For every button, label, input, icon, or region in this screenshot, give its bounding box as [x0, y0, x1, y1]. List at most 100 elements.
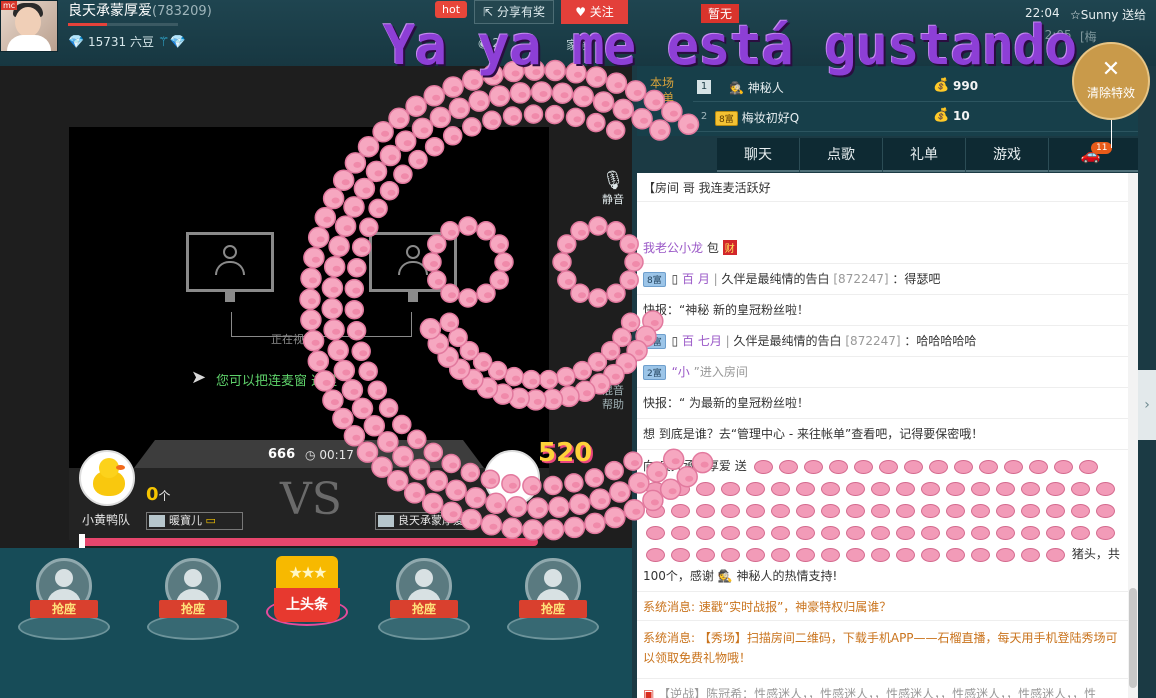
- pig-head-icon: [896, 525, 915, 540]
- left-score-unit: 个: [158, 489, 171, 503]
- enter-room-message: 2富 “小 ”进入房间: [643, 363, 1128, 380]
- pig-head-icon: [1078, 459, 1098, 474]
- pig-head-icon: [971, 503, 990, 518]
- chat-message: 【房间 哥 我连麦活跃好: [643, 181, 771, 195]
- person-head-shape: [223, 245, 237, 259]
- pig-head-icon: [896, 503, 915, 518]
- broadcast-message: 快报：“ 为最新的皇冠粉丝啦！: [643, 396, 810, 410]
- pig-head-icon: [796, 503, 815, 518]
- pig-head-icon: [871, 481, 890, 496]
- pig-head-icon: [821, 503, 840, 518]
- chat-text: ：得瑟吧: [892, 272, 941, 286]
- beans-text: 15731 六豆: [88, 35, 155, 49]
- monitor-icon: [369, 232, 457, 302]
- tab-car[interactable]: 🚗: [1049, 138, 1132, 172]
- tab-song[interactable]: 点歌: [800, 138, 883, 172]
- pig-head-icon: [846, 525, 865, 540]
- system-message[interactable]: 系统消息: 速戳“实时战报”，神豪特权归属谁？: [643, 598, 1128, 615]
- rank-score: 10: [953, 109, 970, 123]
- rank-label[interactable]: 本场 榜单: [647, 76, 677, 106]
- pk-time-text: 00:17: [319, 448, 354, 462]
- rank-name-text: 梅妆初好Q: [741, 111, 800, 125]
- wealth-level-badge: 8富: [715, 111, 738, 126]
- pig-head-icon: [646, 547, 665, 562]
- chat-user-name[interactable]: 百 七月: [682, 334, 722, 348]
- headline-button[interactable]: ★★★ 上头条: [266, 556, 348, 628]
- rank-score: 990: [953, 79, 979, 93]
- connect-line: [231, 312, 412, 337]
- duck-team-avatar[interactable]: [79, 450, 135, 506]
- rank-name: 🕵 神秘人: [729, 79, 784, 96]
- chat-user-name[interactable]: “小: [672, 365, 690, 379]
- pig-head-icon: [871, 503, 890, 518]
- chat-message: 8富 ▯ 百 七月 | 久伴是最纯情的告白 [872247] ：哈哈哈哈哈: [643, 332, 1128, 349]
- seat-4[interactable]: 抢座: [378, 558, 470, 640]
- clear-effects-label: 清除特效: [1086, 86, 1135, 100]
- tab-chat[interactable]: 聊天: [717, 138, 800, 172]
- pig-head-icon: [1021, 547, 1040, 562]
- pig-head-icon: [921, 547, 940, 562]
- tab-bar: 聊天 点歌 礼单 游戏 🚗 11: [717, 138, 1138, 172]
- mixer-help-button[interactable]: 混音 帮助: [598, 384, 628, 412]
- notice-text-2[interactable]: [梅: [1080, 28, 1097, 45]
- gift-target[interactable]: 良天承蒙厚爱: [659, 459, 731, 473]
- coin-icon: 💰: [933, 78, 950, 93]
- pig-head-icon: [671, 525, 690, 540]
- wealth-level-badge: 8富: [643, 272, 666, 287]
- chat-scrollbar-thumb[interactable]: [1129, 588, 1137, 688]
- pig-head-icon: [1096, 525, 1115, 540]
- pig-head-icon: [978, 459, 998, 474]
- rank-row[interactable]: 2 8富 梅妆初好Q 💰 10: [693, 102, 1138, 132]
- seat-5[interactable]: 抢座: [507, 558, 599, 640]
- pig-head-icon: [1028, 459, 1048, 474]
- pig-head-icon: [971, 547, 990, 562]
- mute-label: 静音: [602, 193, 624, 206]
- video-player[interactable]: 正在视 ➤ 您可以把连麦窗 这里: [69, 127, 549, 487]
- left-user-name: 暖寶儿: [169, 514, 202, 527]
- gift-message: 向 良天承蒙厚爱 送 猪头，共100个，感谢 🕵 神秘人的热情支持!: [643, 455, 1123, 587]
- tab-gift-list[interactable]: 礼单: [883, 138, 966, 172]
- grab-seat-label[interactable]: 抢座: [30, 600, 98, 618]
- grab-seat-label[interactable]: 抢座: [159, 600, 227, 618]
- grab-seat-label[interactable]: 抢座: [519, 600, 587, 618]
- pig-head-icon: [946, 503, 965, 518]
- user-signature: 久伴是最纯情的告白: [721, 272, 830, 286]
- spy-icon: 🕵: [729, 81, 748, 95]
- divider: [637, 449, 1138, 450]
- chat-list[interactable]: 【房间 哥 我连麦活跃好 我老公小龙 包 财 8富 ▯ 百 月 | 久伴是最纯情…: [637, 173, 1138, 698]
- pig-head-icon: [721, 503, 740, 518]
- gift-prefix: 向: [643, 459, 656, 473]
- right-team-avatar[interactable]: [484, 450, 540, 506]
- pig-head-icon: [778, 459, 798, 474]
- red-packet-icon[interactable]: 财: [722, 240, 737, 255]
- seat-2[interactable]: 抢座: [147, 558, 239, 640]
- pig-head-icon: [821, 525, 840, 540]
- person-head-shape: [406, 245, 420, 259]
- clear-effects-string: [1111, 120, 1112, 148]
- tab-game[interactable]: 游戏: [966, 138, 1049, 172]
- pig-head-icon: [821, 481, 840, 496]
- grab-seat-label[interactable]: 抢座: [390, 600, 458, 618]
- clear-effects-button[interactable]: ✕ 清除特效: [1072, 42, 1150, 120]
- pig-head-icon: [996, 481, 1015, 496]
- pig-head-icon: [953, 459, 973, 474]
- pk-count: 666: [268, 447, 296, 462]
- expand-panel-button[interactable]: ›: [1138, 370, 1156, 440]
- left-user-tag[interactable]: 暖寶儿 ▭: [146, 512, 243, 530]
- mute-button[interactable]: 🎙 静音: [598, 170, 628, 207]
- chat-user-name[interactable]: 百 月: [682, 272, 710, 286]
- chat-user-name[interactable]: 我老公小龙: [643, 241, 703, 255]
- notice-text-1[interactable]: ☆Sunny 送给: [1070, 6, 1146, 23]
- right-user-tag[interactable]: 良天承蒙厚爱: [375, 512, 472, 530]
- host-avatar[interactable]: mc: [0, 0, 58, 52]
- pig-head-icon: [896, 547, 915, 562]
- pk-time: ◷ 00:17: [305, 448, 354, 462]
- seat-row: 抢座 抢座 ★★★ 上头条 抢座 抢座: [0, 548, 632, 698]
- pig-head-icon: [1096, 481, 1115, 496]
- user-id: [872247]: [845, 334, 901, 348]
- host-name[interactable]: 良天承蒙厚爱(783209): [68, 0, 212, 20]
- seat-1[interactable]: 抢座: [18, 558, 110, 640]
- left-team-name: 小黄鸭队: [82, 513, 131, 527]
- seat-avatar-head: [415, 569, 433, 587]
- gift-number-520: 520: [538, 438, 593, 468]
